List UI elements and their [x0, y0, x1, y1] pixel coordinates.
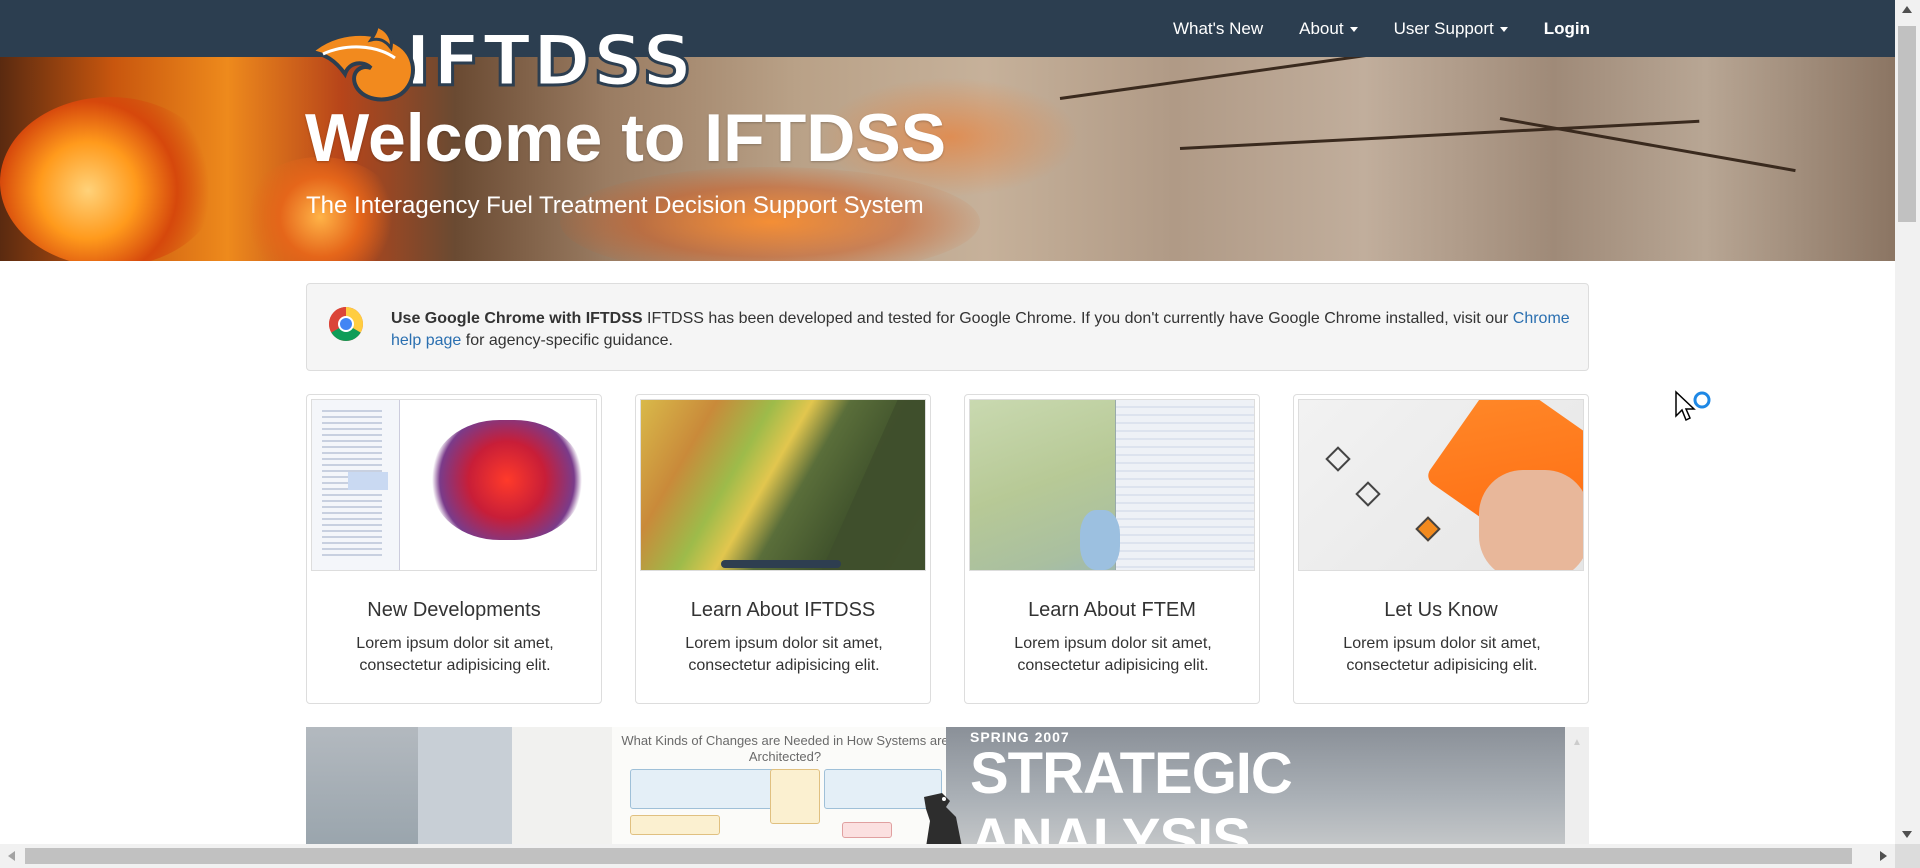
chrome-icon	[329, 307, 363, 341]
map-water	[1080, 510, 1120, 570]
diagram-box	[842, 822, 892, 838]
nav-whats-new-label: What's New	[1172, 18, 1264, 38]
chrome-notice-text: Use Google Chrome with IFTDSS IFTDSS has…	[391, 308, 1571, 352]
page-subtitle: The Interagency Fuel Treatment Decision …	[306, 192, 924, 219]
scroll-left-arrow-icon[interactable]	[8, 851, 15, 861]
diagram-box	[770, 769, 820, 824]
nav-login[interactable]: Login	[1544, 19, 1590, 39]
satellite-image	[821, 400, 925, 570]
scrollbar-corner	[1895, 844, 1920, 868]
card-thumbnail	[969, 399, 1255, 571]
card-text: Lorem ipsum dolor sit amet, consectetur …	[685, 635, 883, 674]
chrome-notice: Use Google Chrome with IFTDSS IFTDSS has…	[306, 283, 1589, 371]
diagram-box	[630, 815, 720, 835]
horizontal-scrollbar[interactable]	[0, 844, 1895, 868]
carousel-image	[306, 727, 418, 844]
card-learn-iftdss[interactable]: Learn About IFTDSS Lorem ipsum dolor sit…	[635, 394, 931, 704]
card-let-us-know[interactable]: Let Us Know Lorem ipsum dolor sit amet, …	[1293, 394, 1589, 704]
scroll-right-arrow-icon[interactable]	[1880, 851, 1887, 861]
card-text: Lorem ipsum dolor sit amet, consectetur …	[1343, 635, 1541, 674]
nav-login-label: Login	[1543, 18, 1590, 38]
chrome-notice-tail: for agency-specific guidance.	[461, 332, 673, 349]
card-learn-ftem[interactable]: Learn About FTEM Lorem ipsum dolor sit a…	[964, 394, 1260, 704]
ftem-list-panel	[1115, 400, 1254, 570]
checkbox-image	[1415, 516, 1441, 542]
card-new-developments[interactable]: New Developments Lorem ipsum dolor sit a…	[306, 394, 602, 704]
top-navbar: What's New About User Support Login	[0, 0, 1895, 57]
caret-down-icon	[1499, 27, 1508, 32]
fire-model-image	[432, 420, 582, 540]
busy-cursor-icon	[1675, 390, 1711, 422]
chevron-up-icon: ▲	[1572, 737, 1582, 748]
nav-user-support-dropdown[interactable]: User Support	[1394, 19, 1508, 39]
nav-about-dropdown[interactable]: About	[1299, 18, 1358, 39]
slide-title: What Kinds of Changes are Needed in How …	[621, 733, 949, 764]
card-text: Lorem ipsum dolor sit amet, consectetur …	[1014, 635, 1212, 674]
flame-logo-icon	[306, 23, 415, 102]
card-text: Lorem ipsum dolor sit amet, consectetur …	[356, 635, 554, 674]
card-title: Let Us Know	[1384, 599, 1498, 621]
hero-fire-image	[0, 97, 220, 261]
chrome-notice-heading: Use Google Chrome with IFTDSS	[391, 310, 643, 327]
vertical-scroll-thumb[interactable]	[1898, 26, 1916, 222]
slide-diagram: What Kinds of Changes are Needed in How …	[612, 727, 958, 844]
tree-panel-image	[312, 400, 400, 570]
headline-analysis: ANALYSIS	[970, 807, 1251, 845]
checkbox-image	[1325, 446, 1351, 472]
scroll-down-arrow-icon[interactable]	[1902, 831, 1912, 838]
hero-banner	[0, 57, 1895, 261]
map-toolbar	[721, 560, 841, 568]
nav-user-support-label: User Support	[1393, 18, 1494, 38]
card-thumbnail	[640, 399, 926, 571]
nav-links: What's New About User Support Login	[1137, 0, 1590, 57]
hand-image	[1479, 470, 1583, 570]
scroll-up-arrow-icon[interactable]	[1902, 6, 1912, 13]
site-logo[interactable]: IFTDSS	[305, 19, 695, 104]
vertical-scrollbar[interactable]	[1895, 0, 1920, 844]
page-title: Welcome to IFTDSS	[305, 100, 947, 176]
card-title: New Developments	[367, 599, 541, 621]
checkbox-image	[1355, 481, 1381, 507]
hero-branch	[1179, 119, 1700, 150]
logo-text: IFTDSS	[403, 19, 695, 104]
carousel-banner[interactable]: What Kinds of Changes are Needed in How …	[306, 727, 1589, 844]
card-title: Learn About IFTDSS	[690, 599, 876, 621]
card-thumbnail	[1298, 399, 1584, 571]
caret-down-icon	[1349, 27, 1358, 32]
hero-branch	[1059, 57, 1477, 100]
horizontal-scroll-thumb[interactable]	[25, 848, 1852, 864]
card-title: Learn About FTEM	[1028, 599, 1196, 621]
nav-whats-new[interactable]: What's New	[1173, 19, 1263, 39]
diagram-box	[630, 769, 780, 809]
eagle-icon	[924, 793, 962, 844]
headline-strategic: STRATEGIC	[970, 741, 1293, 806]
carousel-slide-strategic: SPRING 2007 STRATEGIC ANALYSIS	[924, 727, 1570, 845]
card-thumbnail	[311, 399, 597, 571]
nav-about-label: About	[1299, 18, 1344, 38]
chrome-notice-body: IFTDSS has been developed and tested for…	[642, 310, 1513, 327]
carousel-control[interactable]: ▲	[1565, 727, 1589, 844]
